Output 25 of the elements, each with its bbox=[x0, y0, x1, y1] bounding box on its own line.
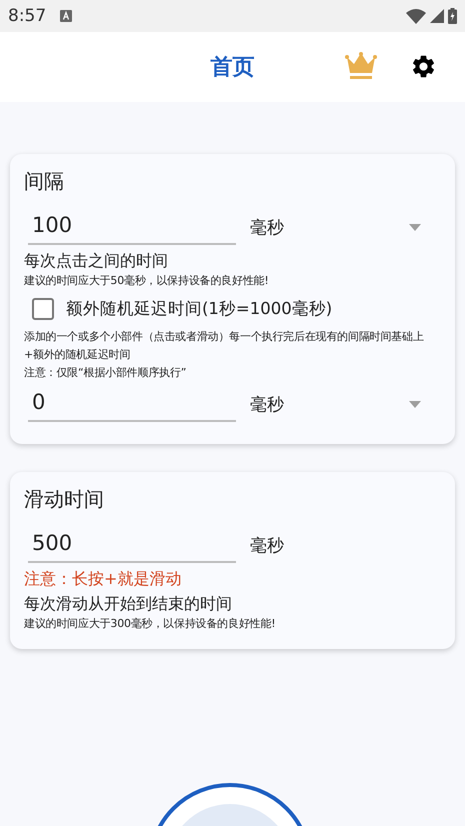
hint-text: 建议的时间应大于300毫秒，以保持设备的良好性能! bbox=[24, 616, 276, 632]
hint-text: 建议的时间应大于50毫秒，以保持设备的良好性能! bbox=[24, 273, 270, 289]
hint-text: 注意：仅限“根据小部件顺序执行” bbox=[24, 365, 188, 381]
warning-text: 注意：长按+就是滑动 bbox=[24, 569, 182, 590]
card-title: 间隔 bbox=[24, 168, 64, 195]
card-title: 滑动时间 bbox=[24, 486, 104, 513]
unit-dropdown[interactable]: 毫秒 bbox=[250, 392, 441, 416]
unit-dropdown[interactable]: 毫秒 bbox=[250, 216, 441, 238]
page-title: 首页 bbox=[210, 54, 254, 82]
number-field[interactable]: 0 bbox=[28, 386, 236, 422]
wifi-icon bbox=[406, 8, 426, 24]
settings-icon[interactable] bbox=[410, 53, 437, 80]
signal-icon bbox=[430, 9, 444, 23]
description-text: 每次点击之间的时间 bbox=[24, 251, 169, 272]
status-time: 8:57 bbox=[8, 6, 46, 26]
delay-checkbox[interactable]: 额外随机延迟时间(1秒=1000毫秒) bbox=[32, 298, 332, 320]
battery-icon bbox=[448, 8, 457, 24]
number-field[interactable]: 100 bbox=[28, 209, 236, 245]
caret-icon bbox=[409, 224, 421, 230]
caret-icon bbox=[409, 400, 421, 408]
hint-text: 添加的一个或多个小部件（点击或者滑动）每一个执行完后在现有的间隔时间基础上+额外的随机延迟时间 bbox=[24, 329, 425, 363]
description-text: 每次滑动从开始到结束的时间 bbox=[24, 594, 233, 615]
number-field[interactable]: 500 bbox=[28, 527, 236, 563]
keyboard-notification-icon bbox=[60, 10, 72, 22]
unit-label: 毫秒 bbox=[250, 534, 284, 556]
